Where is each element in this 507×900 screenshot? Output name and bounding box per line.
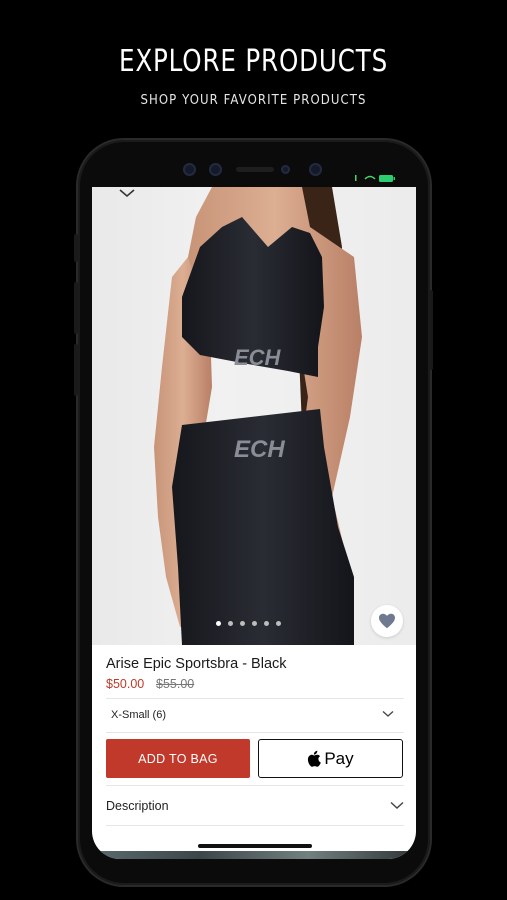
product-photo: ECH ECH: [154, 187, 362, 645]
proximity-sensor-icon: [281, 165, 290, 174]
carousel-dot[interactable]: [252, 621, 257, 626]
divider: [106, 825, 404, 826]
status-bar-icons: [355, 175, 395, 182]
favorite-button[interactable]: [371, 605, 403, 637]
battery-icon: [379, 175, 393, 182]
carousel-indicators: [216, 621, 296, 627]
chevron-down-icon: [382, 711, 394, 717]
size-select[interactable]: X-Small (6): [106, 704, 404, 730]
phone-volume-up: [74, 282, 78, 334]
product-image-carousel[interactable]: ECH ECH: [92, 187, 416, 645]
front-camera-icon: [309, 163, 322, 176]
next-content-peek: [92, 851, 416, 859]
sensor-icon: [209, 163, 222, 176]
chevron-down-icon[interactable]: [118, 187, 136, 199]
apple-icon: [308, 750, 322, 767]
carousel-dot[interactable]: [216, 621, 221, 626]
app-screen: ECH ECH Arise Epic Sportsbra - Black $50…: [92, 187, 416, 859]
description-section-header[interactable]: Description: [106, 799, 169, 813]
carousel-dot[interactable]: [276, 621, 281, 626]
size-select-value: X-Small (6): [111, 709, 167, 721]
add-to-bag-button[interactable]: ADD TO BAG: [106, 739, 250, 778]
promo-headline: EXPLORE PRODUCTS: [118, 44, 389, 79]
carousel-dot[interactable]: [228, 621, 233, 626]
promo-subheadline: SHOP YOUR FAVORITE PRODUCTS: [140, 93, 367, 108]
camera-icon: [183, 163, 196, 176]
product-name: Arise Epic Sportsbra - Black: [106, 656, 287, 672]
chevron-down-icon[interactable]: [390, 801, 404, 810]
divider: [106, 785, 404, 786]
divider: [106, 732, 404, 733]
heart-icon: [379, 613, 395, 629]
signal-icon: [355, 175, 357, 181]
phone-volume-down: [74, 344, 78, 396]
speaker-grille: [236, 167, 274, 172]
home-indicator[interactable]: [198, 844, 312, 848]
phone-power-button: [429, 290, 433, 370]
divider: [106, 698, 404, 699]
sale-price: $50.00: [106, 677, 145, 691]
apple-pay-label: Pay: [324, 748, 354, 768]
brand-print: ECH: [234, 345, 282, 370]
carousel-dot[interactable]: [240, 621, 245, 626]
phone-silent-switch: [74, 234, 78, 262]
original-price: $55.00: [156, 677, 195, 691]
brand-print-2: ECH: [234, 436, 285, 463]
carousel-dot[interactable]: [264, 621, 269, 626]
apple-pay-button[interactable]: Pay: [258, 739, 403, 778]
wifi-icon: [364, 175, 376, 180]
